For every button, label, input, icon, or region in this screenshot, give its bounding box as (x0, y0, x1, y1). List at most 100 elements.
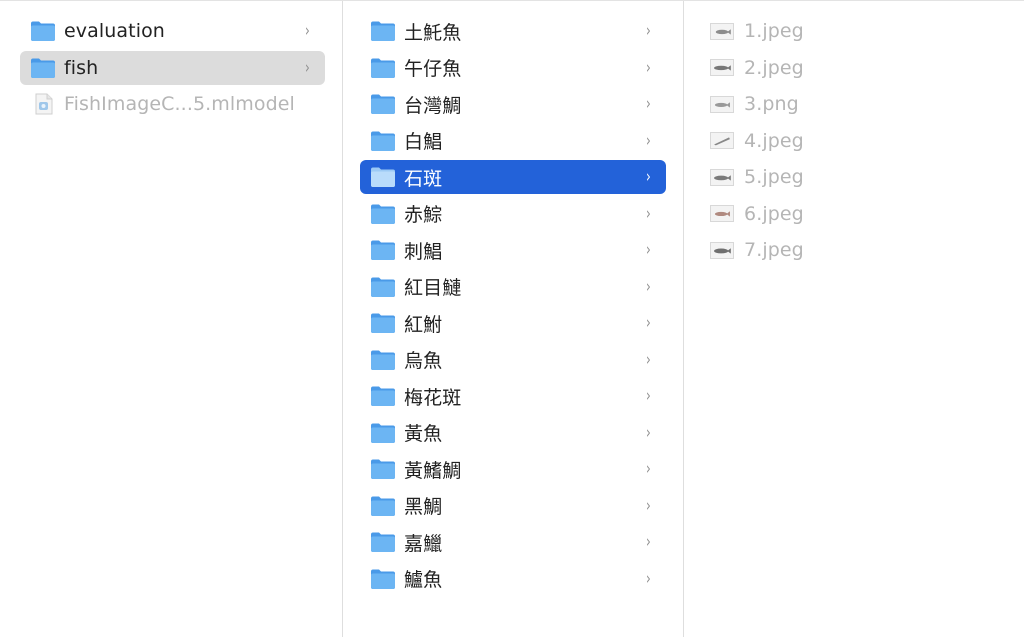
folder-icon (31, 58, 55, 78)
folder-row[interactable]: 刺鯧 › (360, 233, 666, 267)
chevron-right-icon: › (646, 495, 651, 516)
chevron-right-icon: › (646, 203, 651, 224)
folder-label: fish (64, 56, 99, 79)
folder-icon (371, 386, 395, 406)
file-row[interactable]: 1.jpeg (710, 14, 1007, 48)
file-row[interactable]: 4.jpeg (710, 124, 1007, 158)
finder-column-browser: evaluation › fish › FishImageC...5.mlmod… (0, 0, 1024, 637)
folder-icon (371, 131, 395, 151)
folder-icon (371, 459, 395, 479)
chevron-right-icon: › (646, 459, 651, 479)
mlmodel-file-icon (35, 93, 53, 115)
folder-icon (371, 277, 395, 297)
file-row[interactable]: 7.jpeg (710, 233, 1007, 267)
folder-row[interactable]: 赤鯮 › (360, 197, 666, 231)
folder-label: 土魠魚 (404, 21, 462, 44)
chevron-right-icon: › (646, 313, 651, 333)
folder-icon (371, 240, 395, 260)
chevron-right-icon: › (646, 240, 651, 260)
folder-icon (371, 58, 395, 78)
file-label: 4.jpeg (744, 129, 804, 152)
folder-label: 石斑 (404, 167, 443, 190)
file-row[interactable]: 3.png (710, 87, 1007, 121)
chevron-right-icon: › (305, 57, 310, 78)
folder-label: 午仔魚 (404, 58, 462, 80)
folder-label: 白鯧 (404, 131, 443, 153)
folder-label: 刺鯧 (404, 240, 443, 263)
folder-label: evaluation (64, 20, 165, 42)
file-row[interactable]: 6.jpeg (710, 197, 1007, 231)
folder-icon (371, 313, 395, 333)
chevron-right-icon: › (646, 276, 651, 297)
folder-label: 赤鯮 (404, 204, 443, 226)
folder-label: 嘉鱲 (404, 532, 443, 555)
folder-row-fish[interactable]: fish › (20, 50, 325, 85)
folder-label: 烏魚 (404, 350, 443, 372)
folder-icon (371, 350, 395, 370)
file-label: 2.jpeg (744, 56, 804, 79)
folder-icon (371, 569, 395, 589)
file-label: 6.jpeg (744, 202, 804, 225)
image-thumbnail-icon (710, 168, 734, 186)
chevron-right-icon: › (305, 21, 310, 41)
image-thumbnail-icon (710, 205, 734, 222)
image-thumbnail-icon (710, 59, 734, 76)
folder-row[interactable]: 白鯧 › (360, 124, 666, 158)
folder-icon (371, 21, 395, 41)
chevron-right-icon: › (646, 532, 651, 552)
folder-label: 黑鯛 (404, 496, 443, 518)
folder-icon (371, 167, 395, 187)
folder-label: 黃魚 (404, 423, 443, 445)
folder-row-evaluation[interactable]: evaluation › (20, 14, 325, 48)
folder-row[interactable]: 午仔魚 › (360, 51, 666, 85)
file-label: 5.jpeg (744, 166, 804, 188)
image-thumbnail-icon (710, 95, 734, 113)
column-fish: 土魠魚 › 午仔魚 › 台灣鯛 › 白鯧 › 石斑 › 赤鯮 › 刺鯧 › 紅目… (343, 1, 684, 637)
folder-row[interactable]: 紅鮒 › (360, 306, 666, 340)
chevron-right-icon: › (646, 386, 651, 406)
folder-row[interactable]: 土魠魚 › (360, 14, 666, 48)
folder-row[interactable]: 梅花斑 › (360, 379, 666, 413)
folder-icon (371, 496, 395, 516)
folder-icon (371, 532, 395, 552)
chevron-right-icon: › (646, 167, 651, 187)
folder-icon (371, 204, 395, 224)
chevron-right-icon: › (646, 57, 651, 78)
folder-row[interactable]: 黃魚 › (360, 416, 666, 450)
image-thumbnail-icon (710, 241, 734, 259)
file-row-mlmodel[interactable]: FishImageC...5.mlmodel (20, 87, 325, 121)
chevron-right-icon: › (646, 568, 651, 589)
chevron-right-icon: › (646, 94, 651, 114)
folder-row-selected[interactable]: 石斑 › (360, 160, 666, 194)
chevron-right-icon: › (646, 130, 651, 151)
folder-label: 黃鰭鯛 (404, 459, 462, 482)
folder-label: 台灣鯛 (404, 94, 462, 117)
file-row[interactable]: 5.jpeg (710, 160, 1007, 194)
folder-icon (371, 94, 395, 114)
folder-row[interactable]: 紅目鰱 › (360, 270, 666, 304)
folder-row[interactable]: 黃鰭鯛 › (360, 452, 666, 486)
folder-row[interactable]: 烏魚 › (360, 343, 666, 377)
file-row[interactable]: 2.jpeg (710, 51, 1007, 85)
folder-row[interactable]: 鱸魚 › (360, 562, 666, 596)
column-files: 1.jpeg 2.jpeg 3.png 4.jpeg 5.jpeg 6.jpeg… (684, 1, 1024, 637)
file-label: 1.jpeg (744, 20, 804, 42)
image-thumbnail-icon (710, 22, 734, 40)
folder-row[interactable]: 嘉鱲 › (360, 525, 666, 559)
folder-row[interactable]: 黑鯛 › (360, 489, 666, 523)
folder-icon (371, 423, 395, 443)
folder-label: 梅花斑 (404, 386, 462, 409)
image-thumbnail-icon (710, 132, 734, 149)
chevron-right-icon: › (646, 422, 651, 443)
file-label: 3.png (744, 93, 799, 115)
folder-icon (31, 21, 55, 41)
folder-row[interactable]: 台灣鯛 › (360, 87, 666, 121)
chevron-right-icon: › (646, 21, 651, 41)
file-label: 7.jpeg (744, 239, 804, 261)
file-label: FishImageC...5.mlmodel (64, 93, 295, 115)
folder-label: 紅鮒 (404, 313, 443, 336)
folder-label: 紅目鰱 (404, 277, 462, 299)
folder-label: 鱸魚 (404, 569, 443, 591)
chevron-right-icon: › (646, 349, 651, 370)
column-root: evaluation › fish › FishImageC...5.mlmod… (0, 1, 343, 637)
